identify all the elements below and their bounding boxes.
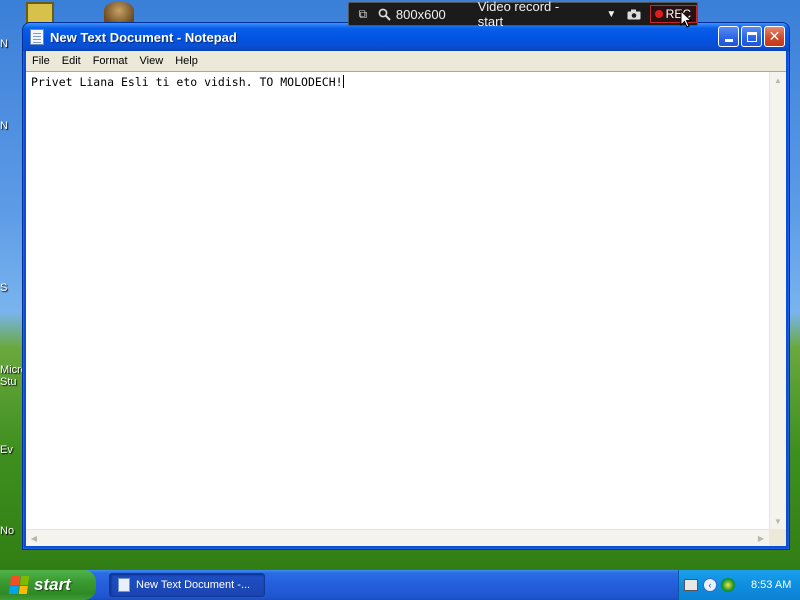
network-icon[interactable] xyxy=(721,578,735,592)
notepad-window: New Text Document - Notepad ✕ File Edit … xyxy=(22,22,790,550)
notepad-icon xyxy=(118,578,130,592)
desktop-label[interactable]: N xyxy=(0,120,22,132)
taskbar: start New Text Document -... ‹ 8:53 AM xyxy=(0,570,800,600)
minimize-button[interactable] xyxy=(718,26,739,47)
maximize-button[interactable] xyxy=(741,26,762,47)
taskbar-item-notepad[interactable]: New Text Document -... xyxy=(109,573,265,597)
desktop-icon-monkey[interactable] xyxy=(104,2,134,24)
record-dot-icon xyxy=(654,10,663,18)
scroll-down-icon[interactable]: ▼ xyxy=(770,513,786,529)
desktop-label[interactable]: Ev xyxy=(0,444,22,456)
notepad-icon[interactable] xyxy=(30,29,44,45)
camera-icon[interactable] xyxy=(626,6,641,22)
desktop-label[interactable]: S xyxy=(0,282,22,294)
clock[interactable]: 8:53 AM xyxy=(751,579,791,591)
system-tray: ‹ 8:53 AM xyxy=(678,570,800,600)
scroll-up-icon[interactable]: ▲ xyxy=(770,72,786,88)
menu-file[interactable]: File xyxy=(26,55,56,67)
menu-help[interactable]: Help xyxy=(169,55,204,67)
resolution-label[interactable]: 800x600 xyxy=(396,7,446,22)
start-button[interactable]: start xyxy=(0,570,96,600)
desktop-label[interactable]: N xyxy=(0,38,22,50)
dropdown-icon[interactable]: ▼ xyxy=(606,9,616,20)
desktop-label[interactable]: Micro xyxy=(0,364,22,376)
scroll-right-icon[interactable]: ▶ xyxy=(753,530,769,546)
restore-icon[interactable]: ⧉ xyxy=(355,6,370,22)
menu-view[interactable]: View xyxy=(134,55,170,67)
recording-toolbar: ⧉ 800x600 Video record - start ▼ REC xyxy=(348,0,698,29)
keyboard-icon[interactable] xyxy=(684,579,698,591)
scroll-left-icon[interactable]: ◀ xyxy=(26,530,42,546)
menu-bar: File Edit Format View Help xyxy=(26,51,786,71)
desktop-label[interactable]: No xyxy=(0,525,22,537)
menu-format[interactable]: Format xyxy=(87,55,134,67)
close-icon: ✕ xyxy=(768,28,781,45)
editor-content: Privet Liana Esli ti eto vidish. TO MOLO… xyxy=(31,75,343,89)
vertical-scrollbar[interactable]: ▲ ▼ xyxy=(769,72,786,529)
editor-text-line[interactable]: Privet Liana Esli ti eto vidish. TO MOLO… xyxy=(31,75,344,89)
maximize-icon xyxy=(746,31,757,42)
mouse-cursor-icon xyxy=(680,10,692,28)
text-caret xyxy=(342,75,344,88)
taskbar-item-label: New Text Document -... xyxy=(136,579,251,591)
start-label: start xyxy=(34,575,71,594)
show-hidden-icons-icon[interactable]: ‹ xyxy=(703,578,717,592)
minimize-icon xyxy=(724,39,733,42)
horizontal-scrollbar[interactable]: ◀ ▶ xyxy=(26,529,769,546)
text-editor[interactable]: Privet Liana Esli ti eto vidish. TO MOLO… xyxy=(26,71,786,546)
zoom-icon[interactable] xyxy=(376,6,391,22)
title-bar[interactable]: New Text Document - Notepad ✕ xyxy=(23,23,789,51)
window-controls: ✕ xyxy=(718,26,785,47)
window-title: New Text Document - Notepad xyxy=(50,29,237,45)
close-button[interactable]: ✕ xyxy=(764,26,785,47)
menu-edit[interactable]: Edit xyxy=(56,55,87,67)
resize-grip[interactable] xyxy=(769,529,786,546)
desktop-icon-clock[interactable] xyxy=(26,2,54,24)
record-mode-label[interactable]: Video record - start xyxy=(478,0,585,29)
windows-flag-icon xyxy=(8,576,30,594)
desktop-label[interactable]: Stu xyxy=(0,376,22,388)
